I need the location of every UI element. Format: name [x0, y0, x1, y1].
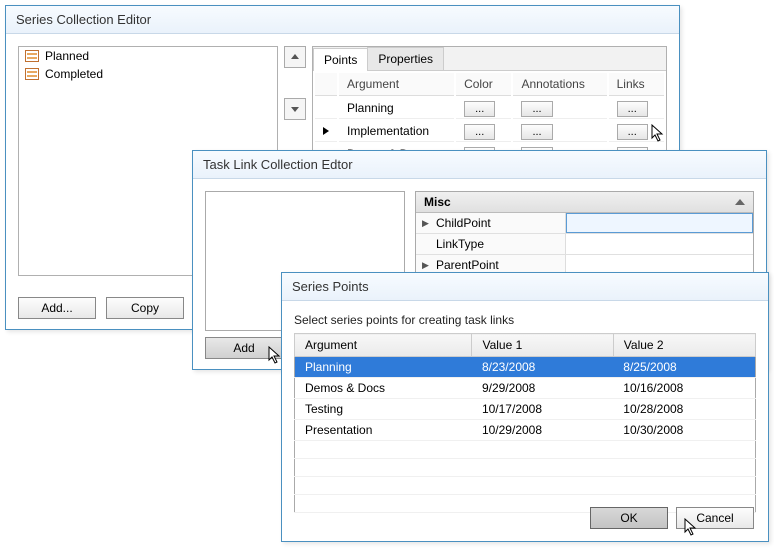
cell-argument: Implementation: [339, 121, 454, 142]
series-points-table[interactable]: Argument Value 1 Value 2 Planning8/23/20…: [294, 333, 756, 513]
ok-button[interactable]: OK: [590, 507, 668, 529]
cell-value2: 10/28/2008: [613, 399, 755, 420]
table-row[interactable]: Testing10/17/200810/28/2008: [295, 399, 756, 420]
cell-argument: Planning: [339, 98, 454, 119]
tab-properties[interactable]: Properties: [367, 47, 444, 70]
property-value[interactable]: [566, 234, 753, 254]
add-button[interactable]: Add...: [18, 297, 96, 319]
expand-icon[interactable]: ▶: [422, 218, 429, 229]
col-argument[interactable]: Argument: [295, 334, 472, 357]
links-button[interactable]: ...: [617, 124, 648, 140]
table-row: [295, 441, 756, 459]
cell-color[interactable]: ...: [456, 98, 511, 119]
col-color[interactable]: Color: [456, 73, 511, 96]
series-points-dialog: Series Points Select series points for c…: [281, 272, 769, 542]
property-value[interactable]: [566, 213, 753, 233]
table-row[interactable]: Demos & Docs9/29/200810/16/2008: [295, 378, 756, 399]
cell-value1: 8/23/2008: [472, 357, 613, 378]
cell-value2: 8/25/2008: [613, 357, 755, 378]
window-title: Series Collection Editor: [6, 6, 679, 34]
links-button[interactable]: ...: [617, 101, 648, 117]
cell-color[interactable]: ...: [456, 121, 511, 142]
property-label: ▶ChildPoint: [416, 213, 566, 233]
cell-argument: Testing: [295, 399, 472, 420]
category-header[interactable]: Misc: [416, 192, 753, 213]
cell-value1: 10/17/2008: [472, 399, 613, 420]
cell-argument: Presentation: [295, 420, 472, 441]
copy-button[interactable]: Copy: [106, 297, 184, 319]
instruction-text: Select series points for creating task l…: [294, 313, 756, 327]
list-item[interactable]: Completed: [19, 65, 277, 83]
list-item-label: Planned: [45, 49, 89, 63]
color-picker-button[interactable]: ...: [464, 124, 495, 140]
property-label: LinkType: [416, 234, 566, 254]
cell-value2: 10/30/2008: [613, 420, 755, 441]
table-row[interactable]: Planning.........: [315, 98, 664, 119]
cell-annotations[interactable]: ...: [513, 121, 606, 142]
list-item-label: Completed: [45, 67, 103, 81]
cell-links[interactable]: ...: [609, 98, 664, 119]
add-button[interactable]: Add: [205, 337, 283, 359]
table-row[interactable]: Presentation10/29/200810/30/2008: [295, 420, 756, 441]
series-icon: [25, 68, 39, 80]
annotations-button[interactable]: ...: [521, 101, 552, 117]
cell-annotations[interactable]: ...: [513, 98, 606, 119]
color-picker-button[interactable]: ...: [464, 101, 495, 117]
col-argument[interactable]: Argument: [339, 73, 454, 96]
property-row[interactable]: LinkType: [416, 234, 753, 255]
row-indicator: [315, 121, 337, 142]
table-row: [295, 459, 756, 477]
property-row[interactable]: ▶ChildPoint: [416, 213, 753, 234]
list-item[interactable]: Planned: [19, 47, 277, 65]
cell-argument: Demos & Docs: [295, 378, 472, 399]
cell-links[interactable]: ...: [609, 121, 664, 142]
tab-points[interactable]: Points: [313, 48, 368, 71]
move-down-button[interactable]: [284, 98, 306, 120]
table-row: [295, 477, 756, 495]
move-up-button[interactable]: [284, 46, 306, 68]
annotations-button[interactable]: ...: [521, 124, 552, 140]
col-value1[interactable]: Value 1: [472, 334, 613, 357]
window-title: Series Points: [282, 273, 768, 301]
collapse-icon: [735, 199, 745, 205]
table-row[interactable]: Planning8/23/20088/25/2008: [295, 357, 756, 378]
table-row[interactable]: Implementation.........: [315, 121, 664, 142]
cell-value1: 10/29/2008: [472, 420, 613, 441]
expand-icon[interactable]: ▶: [422, 260, 429, 271]
cell-value1: 9/29/2008: [472, 378, 613, 399]
col-value2[interactable]: Value 2: [613, 334, 755, 357]
cell-value2: 10/16/2008: [613, 378, 755, 399]
col-links[interactable]: Links: [609, 73, 664, 96]
window-title: Task Link Collection Edtor: [193, 151, 766, 179]
series-icon: [25, 50, 39, 62]
row-indicator: [315, 98, 337, 119]
col-annotations[interactable]: Annotations: [513, 73, 606, 96]
cell-argument: Planning: [295, 357, 472, 378]
cancel-button[interactable]: Cancel: [676, 507, 754, 529]
